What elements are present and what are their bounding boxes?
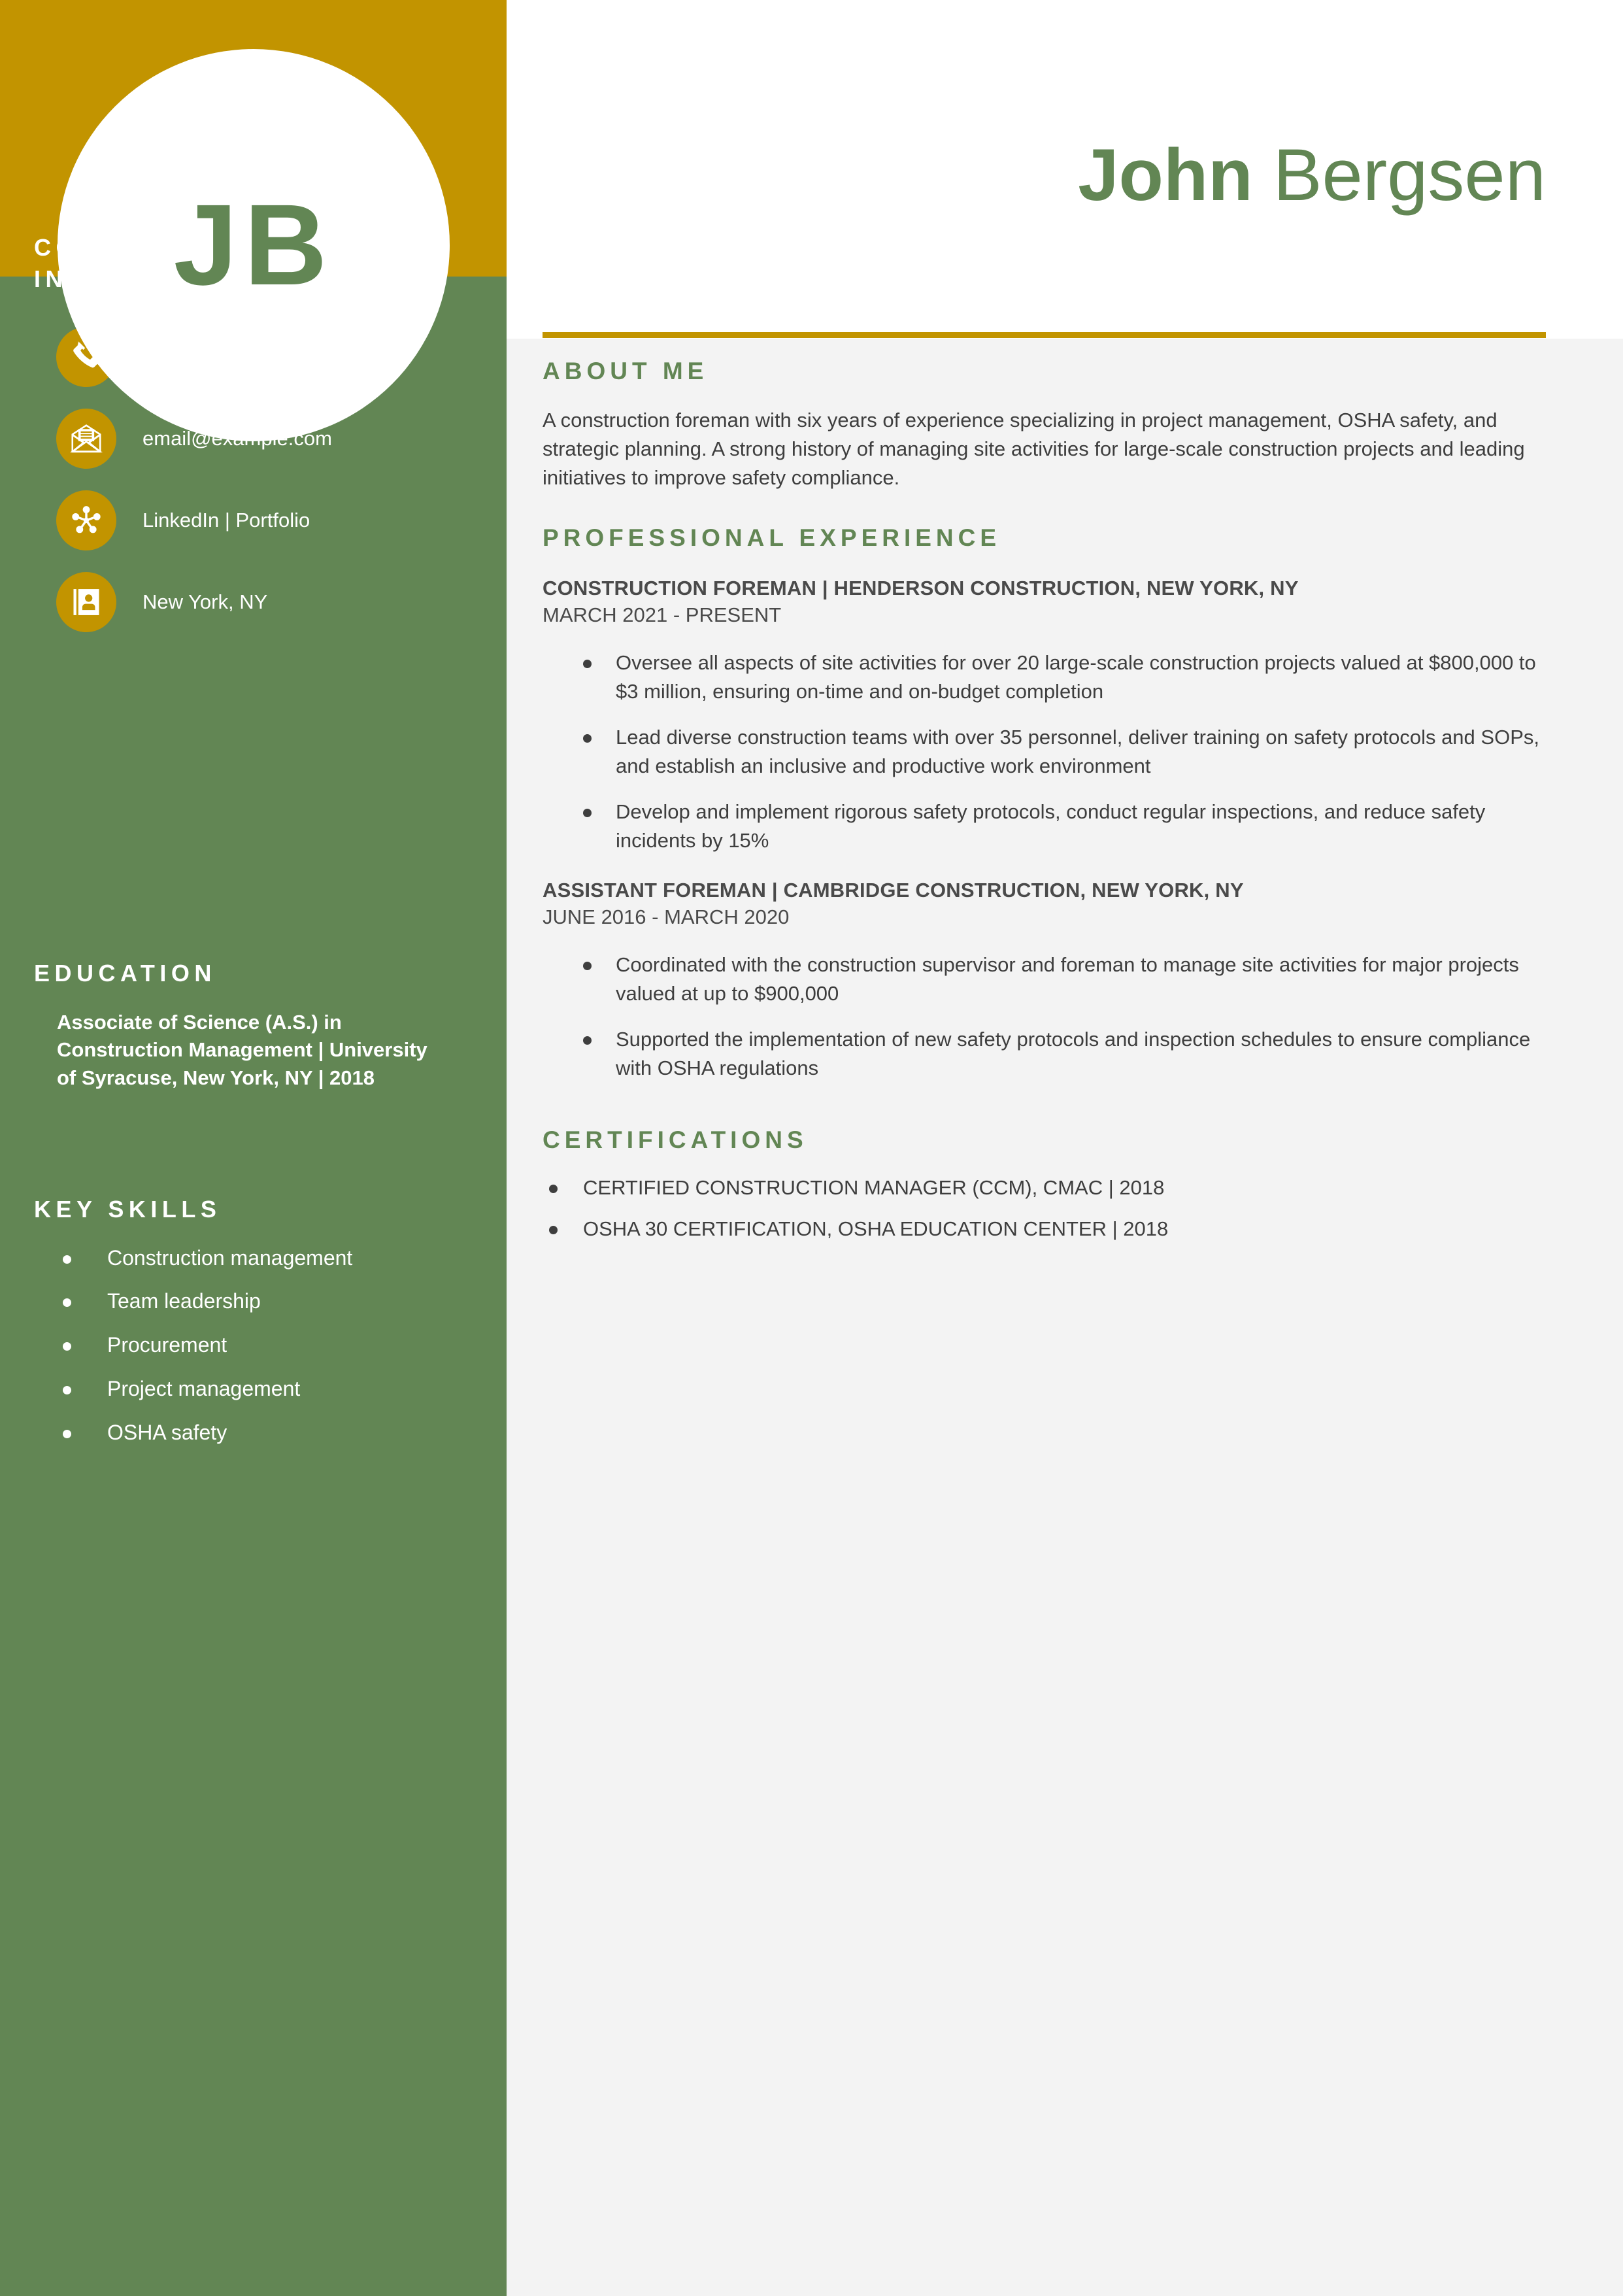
contact-row-links[interactable]: LinkedIn | Portfolio	[34, 485, 485, 556]
list-item: Construction management	[34, 1245, 485, 1272]
certifications-section: CERTIFICATIONS CERTIFIED CONSTRUCTION MA…	[543, 1126, 1562, 1243]
job-bullet-list: Oversee all aspects of site activities f…	[543, 649, 1562, 855]
professional-experience-section: PROFESSIONAL EXPERIENCE CONSTRUCTION FOR…	[543, 524, 1562, 1083]
main-content: ABOUT ME A construction foreman with six…	[543, 357, 1562, 1256]
job-dates: JUNE 2016 - MARCH 2020	[543, 905, 790, 929]
professional-experience-heading: PROFESSIONAL EXPERIENCE	[543, 524, 1001, 552]
key-skills-section: KEY SKILLS Construction management Team …	[34, 1194, 485, 1463]
contact-value-location: New York, NY	[142, 590, 268, 613]
email-icon	[56, 409, 116, 469]
list-item: Supported the implementation of new safe…	[543, 1025, 1562, 1083]
job-dates: MARCH 2021 - PRESENT	[543, 603, 782, 627]
contact-row-location[interactable]: New York, NY	[34, 567, 485, 637]
last-name: Bergsen	[1273, 134, 1546, 216]
full-name: John Bergsen	[1078, 137, 1546, 214]
resume-page: John Bergsen JB CONTACT INFORMATION (123…	[0, 0, 1623, 2296]
certifications-heading: CERTIFICATIONS	[543, 1126, 808, 1154]
list-item: OSHA 30 CERTIFICATION, OSHA EDUCATION CE…	[543, 1215, 1562, 1243]
list-item: Develop and implement rigorous safety pr…	[543, 798, 1562, 855]
key-skills-heading: KEY SKILLS	[34, 1196, 222, 1223]
list-item: Coordinated with the construction superv…	[543, 951, 1562, 1008]
monogram-avatar: JB	[58, 49, 450, 441]
about-me-section: ABOUT ME A construction foreman with six…	[543, 357, 1562, 492]
address-book-icon	[56, 572, 116, 633]
list-item: Team leadership	[34, 1288, 485, 1315]
name-header: John Bergsen	[507, 0, 1623, 339]
experience-entry-1: CONSTRUCTION FOREMAN | HENDERSON CONSTRU…	[543, 575, 1562, 855]
contact-value-links: LinkedIn | Portfolio	[142, 508, 310, 532]
certifications-list: CERTIFIED CONSTRUCTION MANAGER (CCM), CM…	[543, 1173, 1562, 1243]
about-me-heading: ABOUT ME	[543, 358, 709, 384]
about-me-summary: A construction foreman with six years of…	[543, 409, 1525, 490]
experience-entry-2: ASSISTANT FOREMAN | CAMBRIDGE CONSTRUCTI…	[543, 877, 1562, 1083]
education-heading: EDUCATION	[34, 960, 216, 987]
list-item: Lead diverse construction teams with ove…	[543, 723, 1562, 781]
job-bullet-list: Coordinated with the construction superv…	[543, 951, 1562, 1083]
job-title: CONSTRUCTION FOREMAN | HENDERSON CONSTRU…	[543, 576, 1299, 599]
network-share-icon	[56, 490, 116, 551]
list-item: Oversee all aspects of site activities f…	[543, 649, 1562, 706]
list-item: Project management	[34, 1376, 485, 1402]
key-skills-list: Construction management Team leadership …	[34, 1245, 485, 1447]
first-name: John	[1078, 134, 1253, 216]
job-title: ASSISTANT FOREMAN | CAMBRIDGE CONSTRUCTI…	[543, 879, 1244, 902]
list-item: OSHA safety	[34, 1419, 485, 1446]
education-section: EDUCATION Associate of Science (A.S.) in…	[34, 958, 485, 1092]
list-item: CERTIFIED CONSTRUCTION MANAGER (CCM), CM…	[543, 1173, 1562, 1202]
header-divider-rule	[543, 332, 1546, 338]
education-detail: Associate of Science (A.S.) in Construct…	[57, 1010, 427, 1090]
list-item: Procurement	[34, 1332, 485, 1359]
monogram-initials: JB	[173, 181, 334, 309]
